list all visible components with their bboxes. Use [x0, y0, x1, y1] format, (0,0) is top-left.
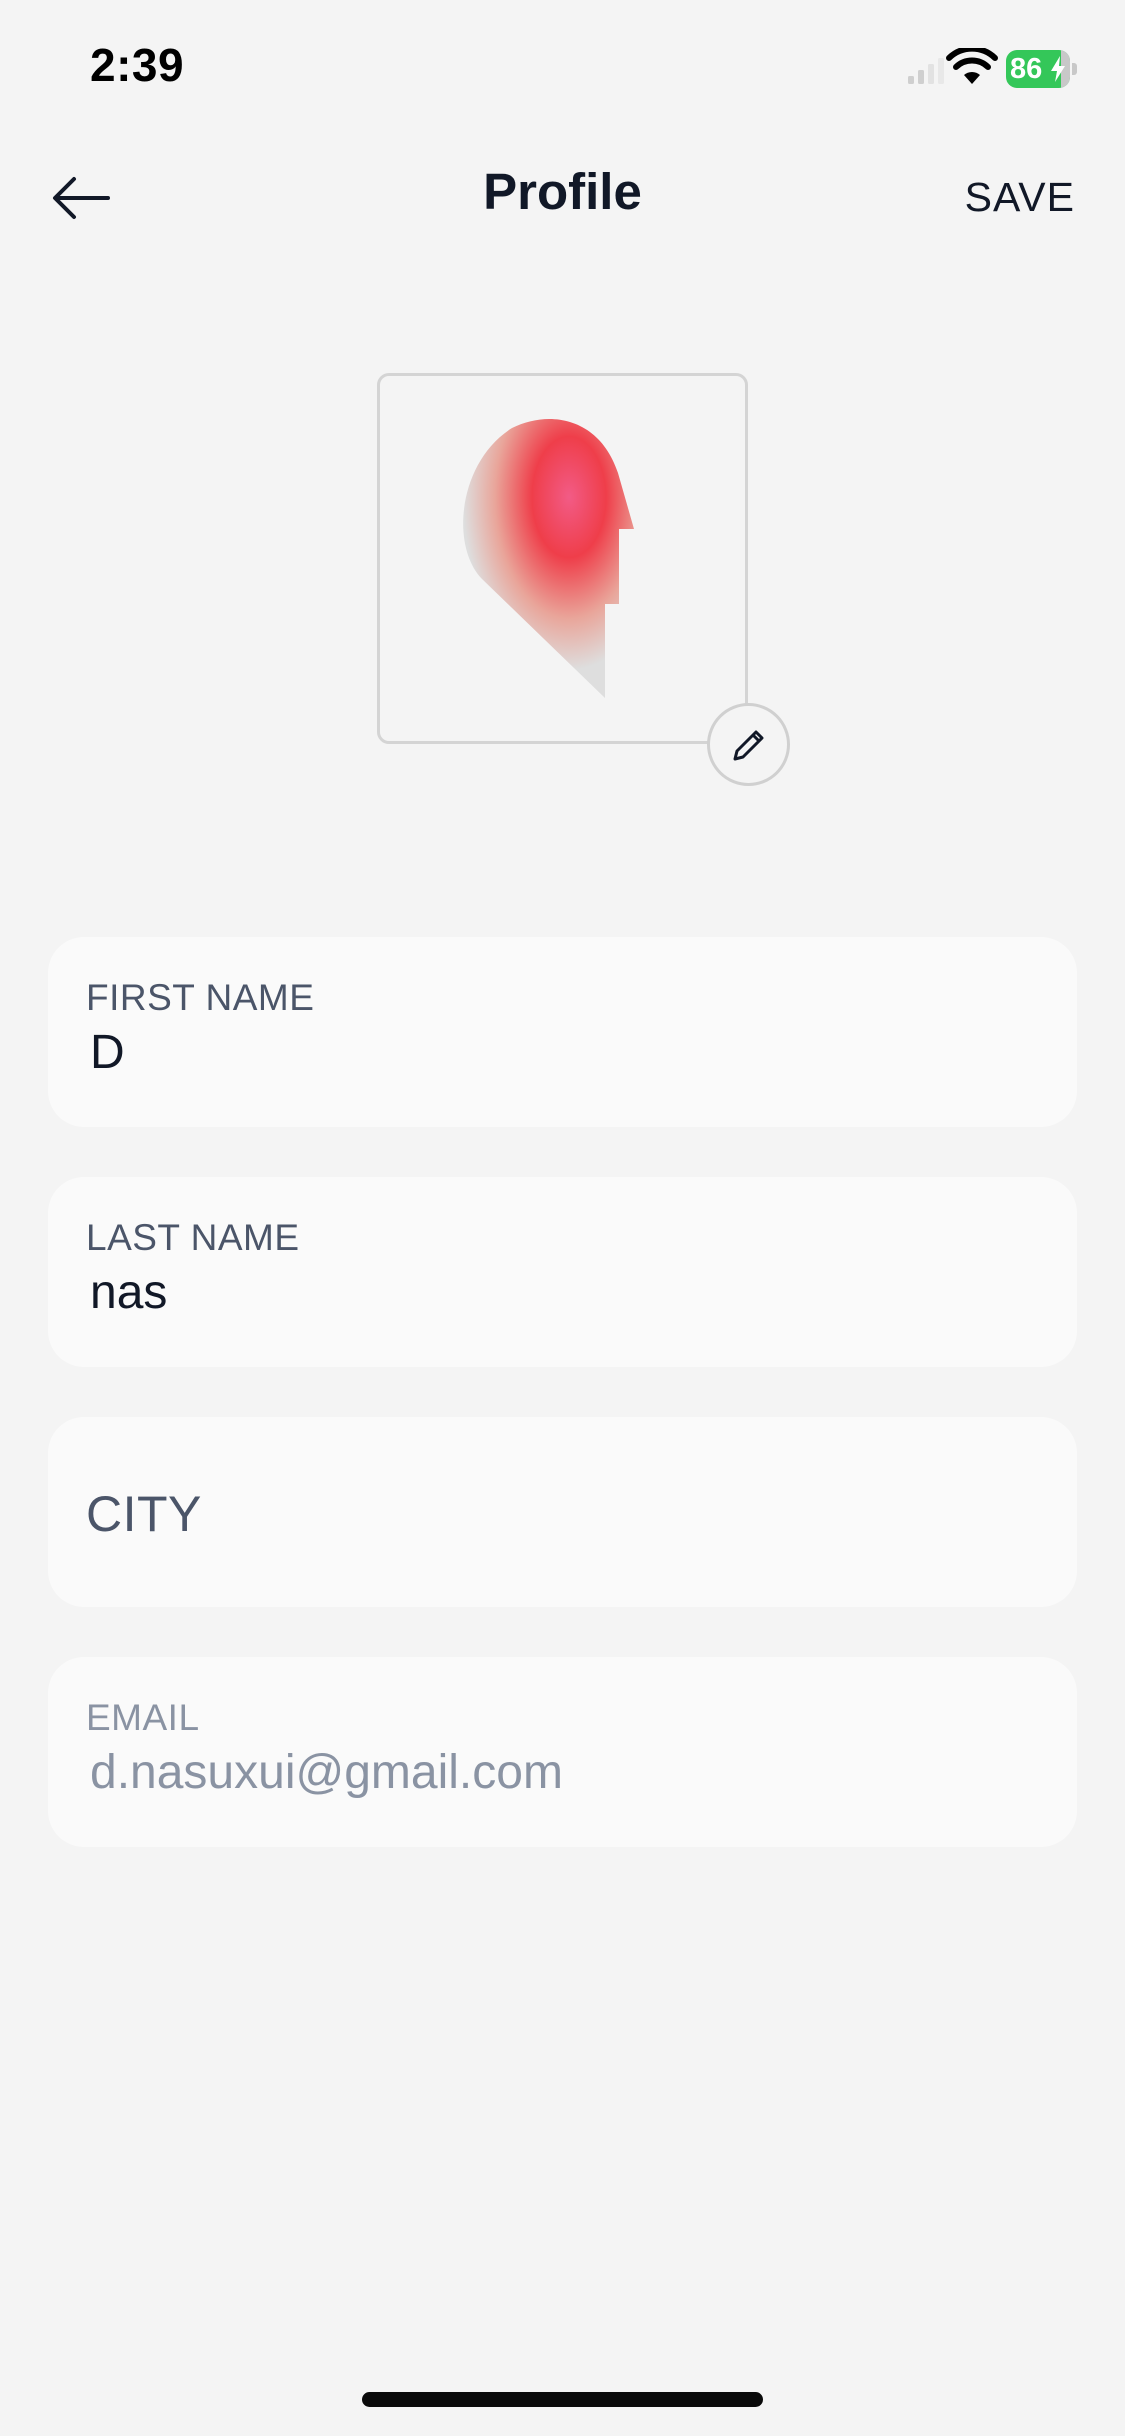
battery-indicator: 86 [1006, 50, 1078, 88]
status-bar: 2:39 86 [0, 0, 1125, 135]
first-name-input[interactable]: D [90, 1025, 125, 1080]
page-title: Profile [483, 163, 642, 220]
email-field: EMAIL d.nasuxui@gmail.com [48, 1657, 1077, 1847]
avatar-frame[interactable] [377, 373, 748, 744]
pencil-icon [733, 730, 763, 760]
email-value: d.nasuxui@gmail.com [90, 1746, 563, 1799]
status-time: 2:39 [90, 39, 185, 91]
edit-avatar-button[interactable] [707, 703, 790, 786]
cellular-signal-icon [908, 58, 944, 84]
first-name-field[interactable]: FIRST NAME D [48, 937, 1077, 1127]
avatar-head-silhouette-icon [463, 418, 634, 698]
save-button[interactable]: SAVE [965, 174, 1075, 221]
last-name-input[interactable]: nas [90, 1265, 167, 1320]
last-name-label: LAST NAME [86, 1217, 300, 1258]
email-label: EMAIL [86, 1697, 200, 1738]
last-name-field[interactable]: LAST NAME nas [48, 1177, 1077, 1367]
charging-bolt-icon [1051, 56, 1065, 82]
wifi-icon [946, 48, 998, 84]
city-input-placeholder[interactable]: CITY [86, 1485, 202, 1543]
first-name-label: FIRST NAME [86, 977, 315, 1018]
city-field[interactable]: CITY [48, 1417, 1077, 1607]
home-indicator [362, 2392, 763, 2407]
battery-level: 86 [1010, 53, 1043, 85]
